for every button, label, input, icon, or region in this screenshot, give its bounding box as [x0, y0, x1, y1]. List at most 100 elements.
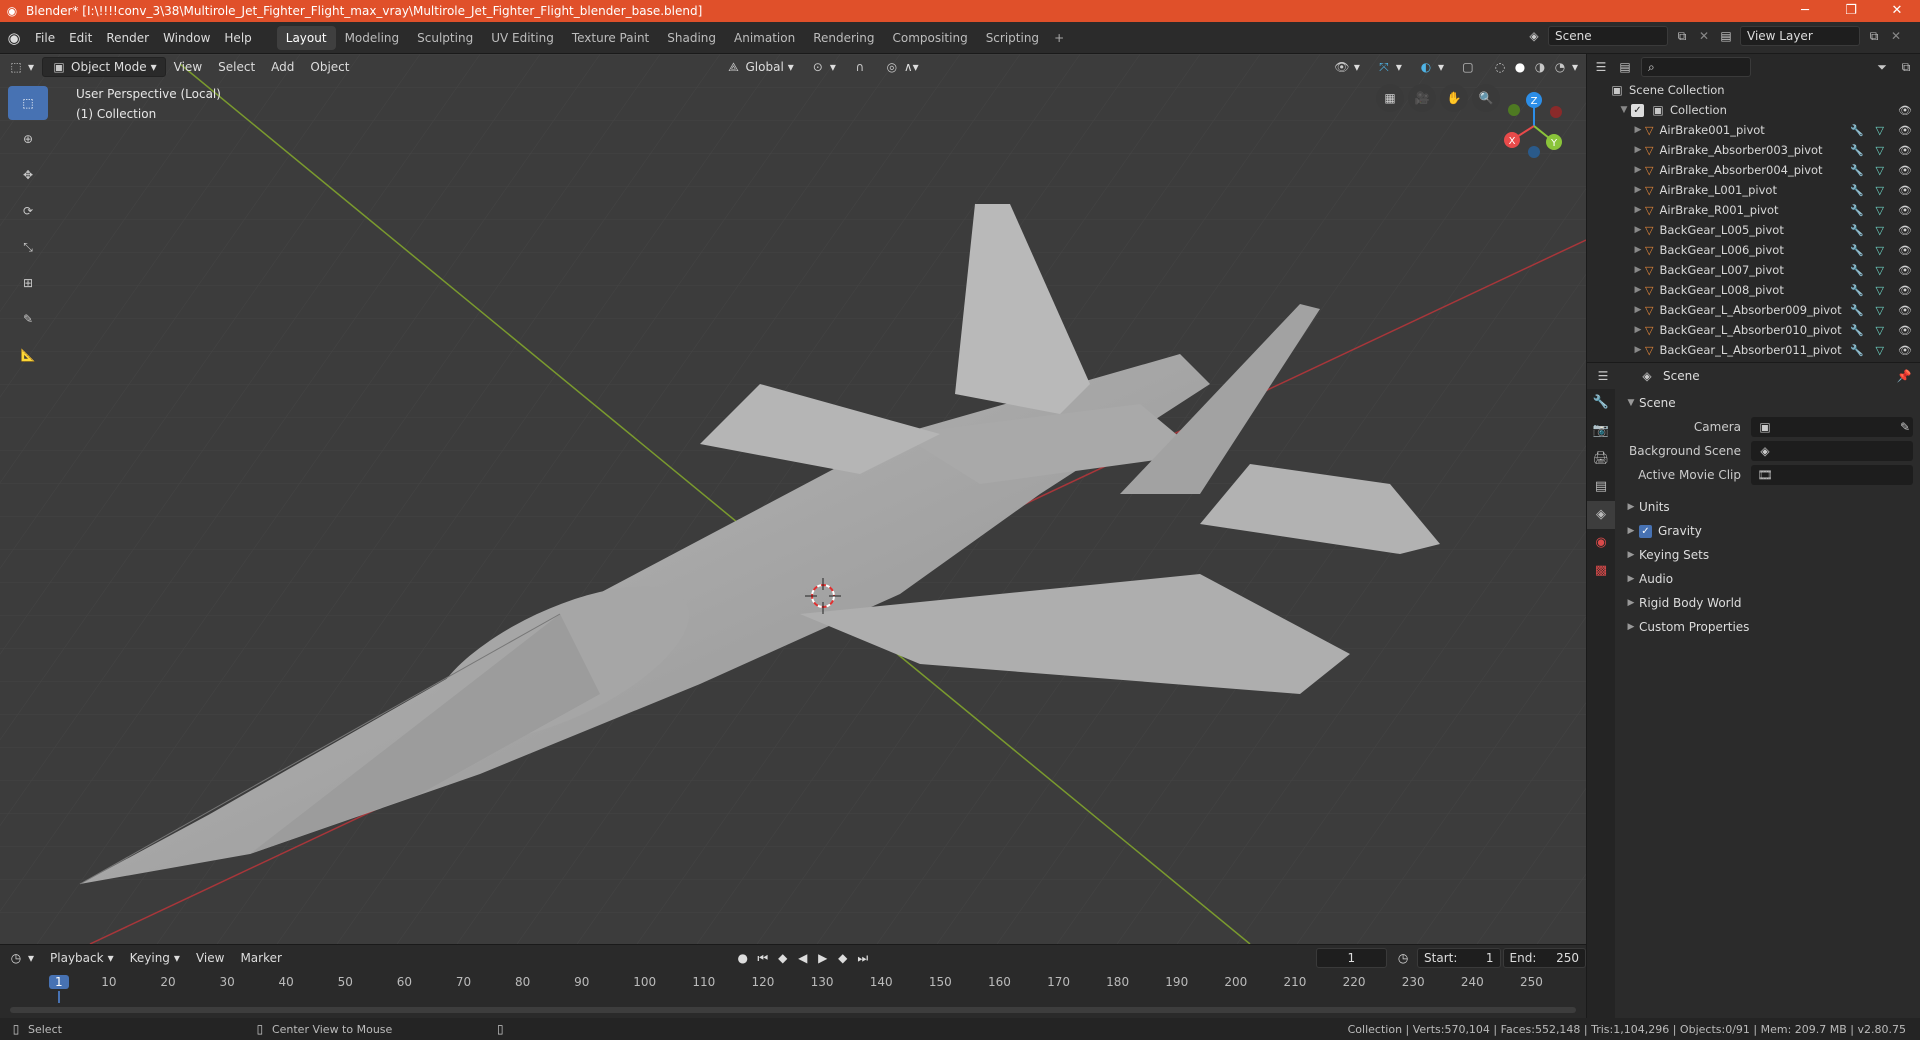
timeline-editor-type[interactable]: ◷ ▾: [0, 948, 42, 968]
camera-field[interactable]: ▣ ✎: [1751, 417, 1913, 437]
mesh-data-icon[interactable]: ▽: [1876, 204, 1884, 217]
outliner-item[interactable]: ▶ ▽ BackGear_L006_pivot 🔧 ▽ 👁: [1587, 240, 1920, 260]
jump-start-icon[interactable]: ⏮: [755, 950, 771, 966]
wireframe-icon[interactable]: ◌: [1492, 59, 1508, 75]
expand-icon[interactable]: ▶: [1631, 245, 1645, 255]
new-scene-icon[interactable]: ⧉: [1674, 28, 1690, 44]
gravity-section[interactable]: ▶ ✓ Gravity: [1623, 519, 1913, 543]
cursor-tool[interactable]: ⊕: [8, 122, 48, 156]
background-scene-field[interactable]: ◈: [1751, 441, 1913, 461]
modifier-icon[interactable]: 🔧: [1850, 224, 1864, 237]
snap-toggle[interactable]: ∩: [844, 57, 876, 77]
timeline-scrollbar[interactable]: [10, 1007, 1576, 1013]
object-mode-dropdown[interactable]: ▣ Object Mode ▾: [42, 57, 166, 77]
eye-icon[interactable]: 👁: [1898, 104, 1912, 117]
timeline-menu-playback[interactable]: Playback ▾: [42, 948, 122, 968]
mesh-data-icon[interactable]: ▽: [1876, 124, 1884, 137]
modifier-icon[interactable]: 🔧: [1850, 184, 1864, 197]
mesh-data-icon[interactable]: ▽: [1876, 344, 1884, 357]
outliner-item[interactable]: ▶ ▽ BackGear_L_Absorber010_pivot 🔧 ▽ 👁: [1587, 320, 1920, 340]
visibility-dropdown[interactable]: 👁 ▾: [1326, 57, 1368, 77]
mesh-data-icon[interactable]: ▽: [1876, 284, 1884, 297]
menu-file[interactable]: File: [35, 31, 55, 45]
eye-icon[interactable]: 👁: [1898, 344, 1912, 357]
outliner-editor-icon[interactable]: ☰: [1593, 59, 1609, 75]
outliner-item[interactable]: ▶ ▽ AirBrake_R001_pivot 🔧 ▽ 👁: [1587, 200, 1920, 220]
outliner-item[interactable]: ▶ ▽ BackGear_L_Absorber011_pivot 🔧 ▽ 👁: [1587, 340, 1920, 360]
xray-toggle[interactable]: ▢: [1452, 57, 1484, 77]
mesh-data-icon[interactable]: ▽: [1876, 324, 1884, 337]
modifier-icon[interactable]: 🔧: [1850, 244, 1864, 257]
mesh-data-icon[interactable]: ▽: [1876, 264, 1884, 277]
menu-window[interactable]: Window: [163, 31, 210, 45]
scene-panel-header[interactable]: ▼ Scene: [1623, 391, 1913, 415]
outliner-item[interactable]: ▶ ▽ BackGear_L005_pivot 🔧 ▽ 👁: [1587, 220, 1920, 240]
viewport-menu-add[interactable]: Add: [263, 57, 302, 77]
play-icon[interactable]: ▶: [815, 950, 831, 966]
menu-render[interactable]: Render: [106, 31, 149, 45]
select-box-tool[interactable]: ⬚: [8, 86, 48, 120]
eye-icon[interactable]: 👁: [1898, 164, 1912, 177]
modifier-icon[interactable]: 🔧: [1850, 204, 1864, 217]
output-tab-icon[interactable]: 🖨: [1587, 445, 1615, 473]
scale-tool[interactable]: ⤡: [8, 230, 48, 264]
outliner-item[interactable]: ▶ ▽ AirBrake_L001_pivot 🔧 ▽ 👁: [1587, 180, 1920, 200]
start-frame-field[interactable]: Start: 1: [1417, 948, 1501, 968]
eyedropper-icon[interactable]: ✎: [1897, 419, 1913, 435]
solid-icon[interactable]: ●: [1512, 59, 1528, 75]
record-icon[interactable]: ●: [735, 950, 751, 966]
eye-icon[interactable]: 👁: [1898, 284, 1912, 297]
pan-view-icon[interactable]: ✋: [1440, 84, 1468, 112]
expand-icon[interactable]: ▶: [1631, 145, 1645, 155]
3d-viewport[interactable]: Z X Y ⬚ ▾ ▣ Object Mode ▾ View Select Add O…: [0, 54, 1586, 944]
tab-compositing[interactable]: Compositing: [883, 26, 976, 50]
tab-animation[interactable]: Animation: [725, 26, 804, 50]
minimize-button[interactable]: ─: [1782, 0, 1828, 22]
scene-tab-icon[interactable]: ◈: [1587, 501, 1615, 529]
new-collection-icon[interactable]: ⧉: [1898, 59, 1914, 75]
custom-properties-section[interactable]: ▶ Custom Properties: [1623, 615, 1913, 639]
eye-icon[interactable]: 👁: [1898, 124, 1912, 137]
outliner-search-input[interactable]: ⌕: [1641, 57, 1751, 77]
proportional-edit-toggle[interactable]: ◎ ∧▾: [876, 57, 927, 77]
material-icon[interactable]: ◑: [1532, 59, 1548, 75]
units-section[interactable]: ▶ Units: [1623, 495, 1913, 519]
audio-section[interactable]: ▶ Audio: [1623, 567, 1913, 591]
timeline-menu-view[interactable]: View: [188, 948, 232, 968]
modifier-icon[interactable]: 🔧: [1850, 164, 1864, 177]
zoom-view-icon[interactable]: 🔍: [1472, 84, 1500, 112]
annotate-tool[interactable]: ✎: [8, 302, 48, 336]
outliner-item[interactable]: ▶ ▽ BackGear_L007_pivot 🔧 ▽ 👁: [1587, 260, 1920, 280]
shading-modes[interactable]: ◌ ● ◑ ◔ ▾: [1484, 57, 1586, 77]
timeline-menu-marker[interactable]: Marker: [232, 948, 289, 968]
world-tab-icon[interactable]: ◉: [1587, 529, 1615, 557]
modifier-icon[interactable]: 🔧: [1850, 284, 1864, 297]
eye-icon[interactable]: 👁: [1898, 264, 1912, 277]
view-layer-field[interactable]: View Layer: [1740, 26, 1860, 46]
close-button[interactable]: ✕: [1874, 0, 1920, 22]
gravity-checkbox[interactable]: ✓: [1639, 524, 1652, 538]
eye-icon[interactable]: 👁: [1898, 184, 1912, 197]
mesh-data-icon[interactable]: ▽: [1876, 244, 1884, 257]
next-key-icon[interactable]: ◆: [835, 950, 851, 966]
add-workspace-icon[interactable]: +: [1048, 26, 1070, 50]
toggle-perspective-icon[interactable]: ▦: [1376, 84, 1404, 112]
mesh-data-icon[interactable]: ▽: [1876, 144, 1884, 157]
overlay-toggle[interactable]: ◐ ▾: [1410, 57, 1452, 77]
expand-icon[interactable]: ▶: [1631, 205, 1645, 215]
expand-icon[interactable]: ▶: [1631, 125, 1645, 135]
move-tool[interactable]: ✥: [8, 158, 48, 192]
timeline-menu-keying[interactable]: Keying ▾: [122, 948, 188, 968]
eye-icon[interactable]: 👁: [1898, 304, 1912, 317]
render-tab-icon[interactable]: 📷: [1587, 417, 1615, 445]
play-reverse-icon[interactable]: ◀: [795, 950, 811, 966]
preview-range-icon[interactable]: ◷: [1395, 950, 1411, 966]
menu-edit[interactable]: Edit: [69, 31, 92, 45]
outliner-scene-collection[interactable]: ▣ Scene Collection: [1587, 80, 1920, 100]
pin-icon[interactable]: 📌: [1896, 368, 1912, 384]
expand-icon[interactable]: ▶: [1631, 345, 1645, 355]
viewport-menu-object[interactable]: Object: [302, 57, 357, 77]
outliner-item[interactable]: ▶ ▽ AirBrake_Absorber003_pivot 🔧 ▽ 👁: [1587, 140, 1920, 160]
expand-icon[interactable]: ▶: [1631, 165, 1645, 175]
transform-orientation-dropdown[interactable]: ⟁ Global ▾: [718, 57, 802, 77]
